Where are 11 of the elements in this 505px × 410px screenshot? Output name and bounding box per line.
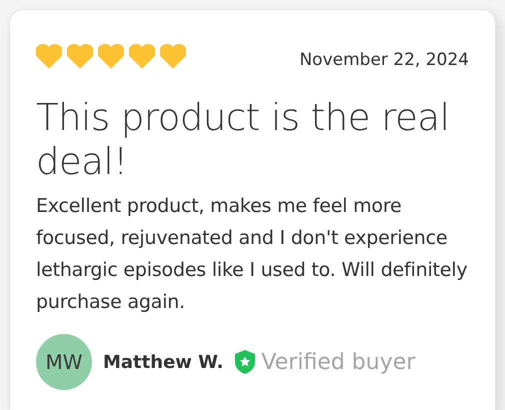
heart-icon <box>67 44 93 70</box>
heart-icon <box>160 44 186 70</box>
review-date: November 22, 2024 <box>299 49 469 70</box>
heart-icon <box>129 44 155 70</box>
heart-icon <box>36 44 62 70</box>
verified-label: Verified buyer <box>261 350 416 374</box>
heart-icon <box>98 44 124 70</box>
review-text: Excellent product, makes me feel more focused, rejuvenated and I don't experience lethargic episodes like I used to. Will definitely purchase again. <box>36 194 468 315</box>
review-title: This product is the real deal! <box>36 96 450 184</box>
author-name: Matthew W. <box>103 352 224 372</box>
avatar: MW <box>36 334 92 390</box>
